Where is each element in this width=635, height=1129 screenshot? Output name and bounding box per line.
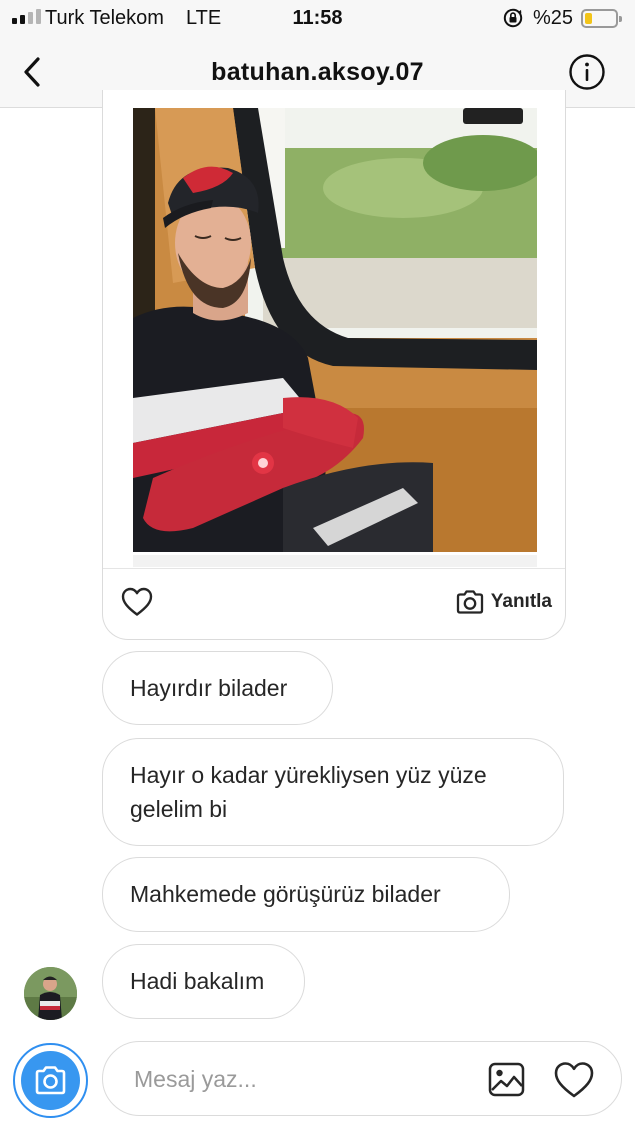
photo-caption-strip [133, 555, 537, 567]
reply-label: Yanıtla [490, 591, 552, 612]
avatar[interactable] [24, 967, 77, 1020]
camera-icon [35, 1066, 66, 1095]
gallery-icon[interactable] [488, 1062, 525, 1097]
message-bubble[interactable]: Hayır o kadar yürekliysen yüz yüze gelel… [102, 738, 564, 846]
message-bubble[interactable]: Hadi bakalım [102, 944, 305, 1019]
conversation-username[interactable]: batuhan.aksoy.07 [0, 58, 635, 87]
divider [103, 568, 565, 569]
status-bar: Turk Telekom LTE 11:58 %25 [0, 0, 635, 36]
photo-of-sleeping-man-on-bus [133, 108, 537, 552]
battery-level-fill [585, 13, 592, 24]
message-bubble[interactable]: Hayırdır bilader [102, 651, 333, 725]
camera-button-fill [21, 1051, 80, 1110]
battery-icon [581, 9, 622, 28]
shared-photo-card: Yanıtla [102, 90, 566, 640]
message-input[interactable] [134, 1062, 444, 1096]
camera-button[interactable] [13, 1043, 88, 1118]
camera-icon [456, 590, 483, 614]
avatar-photo [24, 967, 77, 1020]
shared-photo[interactable] [133, 108, 537, 552]
message-composer [102, 1041, 622, 1116]
battery-percent: %25 [533, 7, 574, 29]
heart-icon[interactable] [553, 1061, 595, 1099]
heart-icon[interactable] [121, 587, 153, 617]
rotation-lock-icon [503, 8, 523, 28]
info-icon[interactable] [568, 53, 606, 91]
message-bubble[interactable]: Mahkemede görüşürüz bilader [102, 857, 510, 932]
reply-button[interactable]: Yanıtla [455, 589, 552, 615]
